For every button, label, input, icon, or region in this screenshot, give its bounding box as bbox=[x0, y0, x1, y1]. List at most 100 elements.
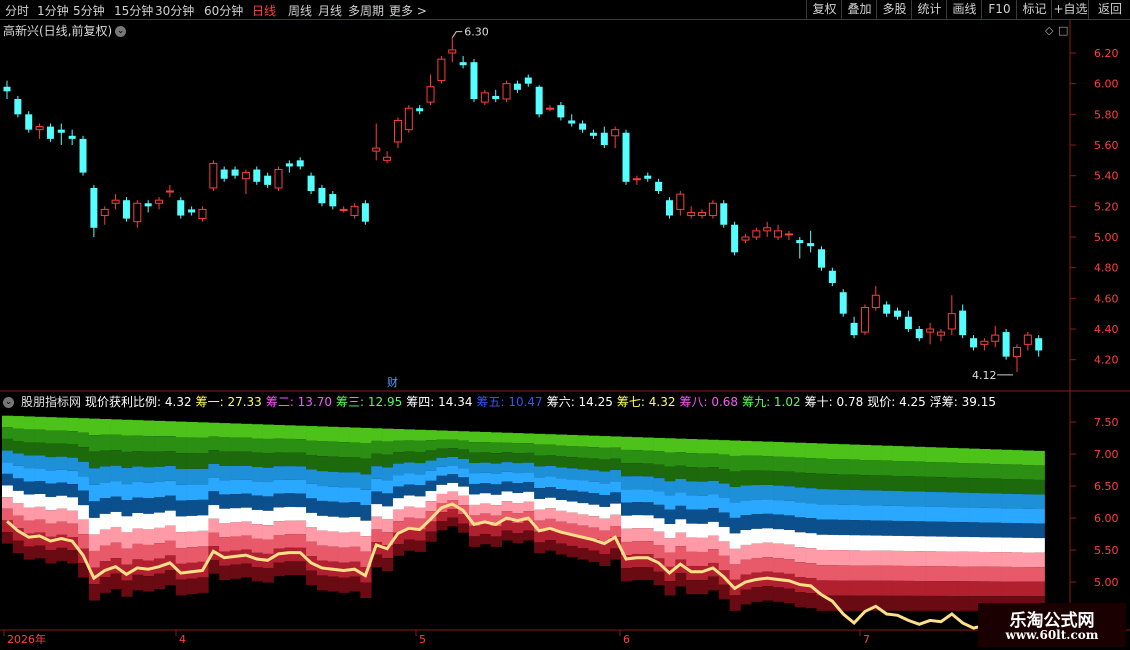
main-chart[interactable]: ◇ □ 6.20 6.00 5.80 5.60 5.40 5.20 5.00 4.80 4.60 4.… bbox=[0, 0, 1130, 650]
indicator-chevron-icon[interactable]: ⌄ bbox=[3, 397, 14, 408]
diamond-icon[interactable]: ◇ bbox=[1045, 24, 1054, 37]
candle-body bbox=[329, 194, 337, 207]
chip-band-cell bbox=[56, 482, 68, 496]
chip-band-cell bbox=[783, 486, 796, 501]
chip-band-cell bbox=[729, 486, 741, 503]
chip-band-cell bbox=[859, 505, 872, 521]
chip-band-cell bbox=[653, 437, 665, 452]
chip-band-cell bbox=[219, 565, 231, 581]
chip-band-cell bbox=[121, 435, 133, 452]
chip-band-cell bbox=[838, 550, 850, 566]
chip-band-cell bbox=[12, 465, 25, 479]
chip-band-cell bbox=[154, 420, 166, 437]
indicator-field-4: 筹四: 14.34 bbox=[406, 395, 473, 409]
chip-band-cell bbox=[338, 547, 350, 563]
chip-band-cell bbox=[306, 454, 318, 470]
chip-band-cell bbox=[436, 457, 448, 467]
chip-band-cell bbox=[751, 455, 763, 471]
chip-band-cell bbox=[566, 545, 578, 558]
chip-band-cell bbox=[925, 536, 937, 552]
chip-band-cell bbox=[773, 587, 785, 602]
candle-body bbox=[90, 187, 98, 228]
chip-band-cell bbox=[414, 496, 426, 508]
chip-band-cell bbox=[284, 547, 296, 562]
chip-band-cell bbox=[675, 465, 687, 479]
chip-band-cell bbox=[588, 458, 600, 471]
candle-body bbox=[991, 334, 1000, 342]
chip-band-cell bbox=[914, 521, 926, 537]
indicator-tick-label: 7.50 bbox=[1094, 416, 1119, 429]
chip-band-cell bbox=[686, 523, 698, 538]
chip-band-cell bbox=[110, 511, 122, 528]
price-tick-label: 6.20 bbox=[1094, 47, 1119, 60]
chip-band-cell bbox=[946, 447, 958, 463]
finance-marker[interactable]: 财 bbox=[387, 375, 398, 389]
candle-body bbox=[404, 107, 413, 131]
chip-band-cell bbox=[468, 494, 481, 505]
chip-band-cell bbox=[447, 448, 459, 457]
chip-band-cell bbox=[490, 442, 502, 454]
chip-band-cell bbox=[762, 542, 774, 558]
square-icon[interactable]: □ bbox=[1058, 24, 1068, 37]
chip-band-cell bbox=[447, 430, 459, 440]
chip-band-cell bbox=[946, 551, 958, 567]
candle-body bbox=[393, 119, 402, 143]
chip-band-cell bbox=[783, 456, 796, 472]
chip-band-cell bbox=[957, 492, 969, 508]
price-tick-label: 5.40 bbox=[1094, 170, 1119, 183]
chip-band-cell bbox=[436, 430, 448, 440]
chip-band-cell bbox=[751, 441, 763, 456]
chip-band-cell bbox=[143, 544, 155, 561]
chip-band-cell bbox=[849, 580, 861, 596]
chip-band-cell bbox=[827, 459, 839, 475]
chip-band-cell bbox=[56, 547, 68, 561]
chip-band-cell bbox=[740, 530, 752, 545]
chip-band-cell bbox=[751, 485, 763, 500]
chip-band-cell bbox=[697, 509, 709, 524]
chip-band-cell bbox=[849, 550, 861, 566]
chip-band-cell bbox=[870, 520, 882, 536]
chip-band-cell bbox=[881, 520, 893, 536]
chip-band-cell bbox=[566, 512, 578, 524]
chip-band-cell bbox=[892, 580, 904, 596]
chip-band-cell bbox=[599, 459, 611, 472]
chip-band-cell bbox=[121, 516, 133, 533]
chip-band-cell bbox=[284, 466, 296, 480]
chip-band-cell bbox=[838, 489, 850, 505]
candle-body bbox=[307, 175, 315, 191]
chip-band-cell bbox=[230, 508, 242, 523]
chip-band-cell bbox=[1011, 552, 1024, 567]
chip-band-cell bbox=[219, 537, 231, 552]
chip-band-cell bbox=[425, 470, 437, 481]
chip-band-cell bbox=[338, 487, 350, 503]
chip-band-cell bbox=[468, 483, 481, 495]
chip-band-cell bbox=[425, 460, 437, 471]
chip-band-cell bbox=[154, 497, 166, 513]
chip-band-cell bbox=[762, 557, 774, 572]
chip-band-cell bbox=[729, 440, 741, 456]
candle-body bbox=[1035, 338, 1043, 351]
chip-band-cell bbox=[816, 504, 828, 520]
chip-band-cell bbox=[164, 525, 177, 541]
chip-band-cell bbox=[686, 495, 698, 510]
high-marker: 6.30 bbox=[464, 26, 489, 39]
candle-body bbox=[665, 200, 673, 216]
candle-body bbox=[502, 83, 511, 100]
chip-band-cell bbox=[371, 440, 383, 454]
chip-band-cell bbox=[686, 481, 698, 496]
chip-band-cell bbox=[23, 442, 35, 456]
chip-band-cell bbox=[316, 500, 329, 516]
price-tick-label: 5.60 bbox=[1094, 139, 1119, 152]
chip-band-cell bbox=[621, 436, 633, 450]
chip-band-cell bbox=[45, 457, 57, 471]
chip-band-cell bbox=[143, 420, 155, 437]
chip-band-cell bbox=[545, 455, 557, 466]
chip-band-cell bbox=[957, 566, 969, 582]
chip-band-cell bbox=[903, 476, 915, 492]
chip-band-cell bbox=[121, 484, 133, 501]
chip-band-cell bbox=[23, 416, 35, 430]
chip-band-cell bbox=[262, 424, 274, 439]
chip-band-cell bbox=[740, 559, 752, 575]
chip-band-cell bbox=[599, 506, 611, 519]
candle-body bbox=[524, 77, 532, 84]
